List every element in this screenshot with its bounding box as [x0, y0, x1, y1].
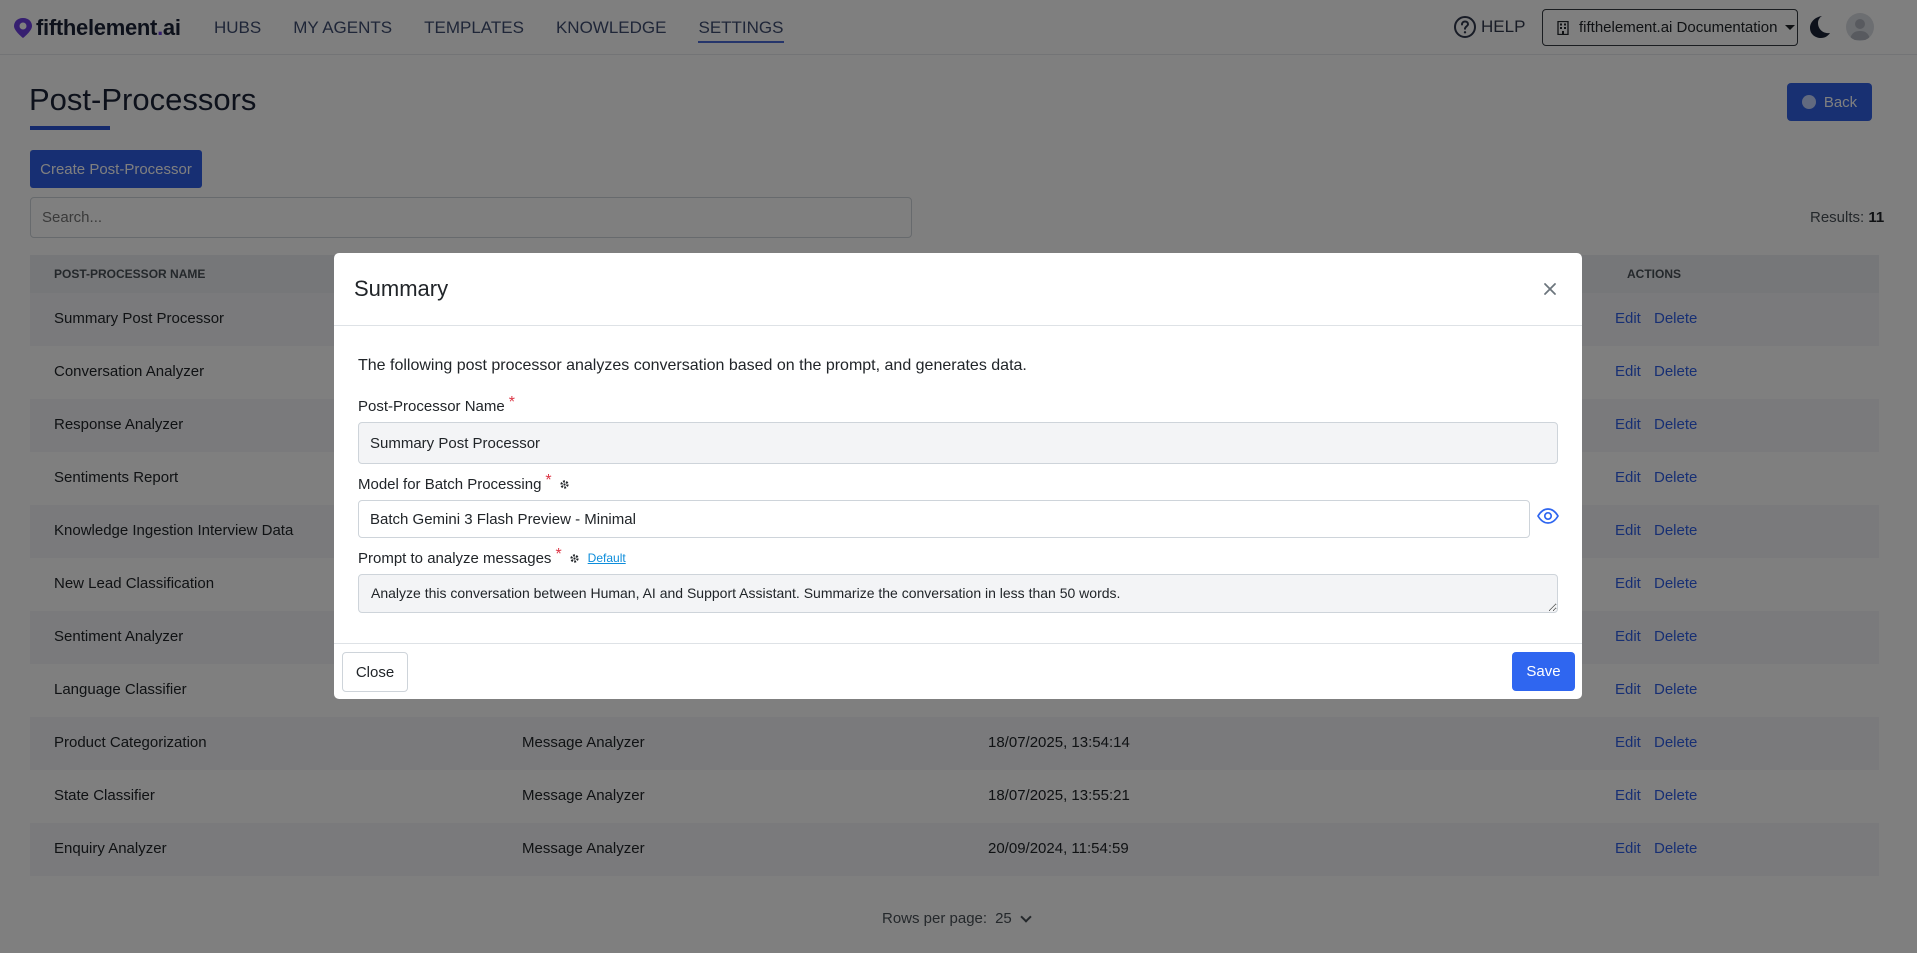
default-prompt-link[interactable]: Default — [588, 551, 626, 565]
gear-icon[interactable] — [569, 553, 580, 564]
modal-header: Summary — [334, 253, 1582, 326]
model-label: Model for Batch Processing * — [358, 472, 570, 493]
close-icon[interactable] — [1538, 277, 1562, 301]
name-label: Post-Processor Name * — [358, 394, 515, 415]
required-mark: * — [545, 472, 552, 489]
summary-modal: Summary The following post processor ana… — [334, 253, 1582, 699]
prompt-textarea[interactable]: Analyze this conversation between Human,… — [358, 574, 1558, 613]
modal-title: Summary — [354, 276, 449, 301]
required-mark: * — [555, 546, 562, 563]
prompt-label: Prompt to analyze messages * Default — [358, 546, 626, 567]
post-processor-name-input[interactable] — [358, 422, 1558, 464]
model-select[interactable] — [358, 500, 1530, 538]
gear-icon[interactable] — [559, 479, 570, 490]
required-mark: * — [508, 394, 515, 411]
close-button[interactable]: Close — [342, 652, 408, 692]
save-button[interactable]: Save — [1512, 652, 1575, 691]
modal-intro: The following post processor analyzes co… — [358, 357, 1027, 374]
eye-icon[interactable] — [1537, 508, 1559, 524]
modal-footer: Close Save — [334, 643, 1582, 699]
